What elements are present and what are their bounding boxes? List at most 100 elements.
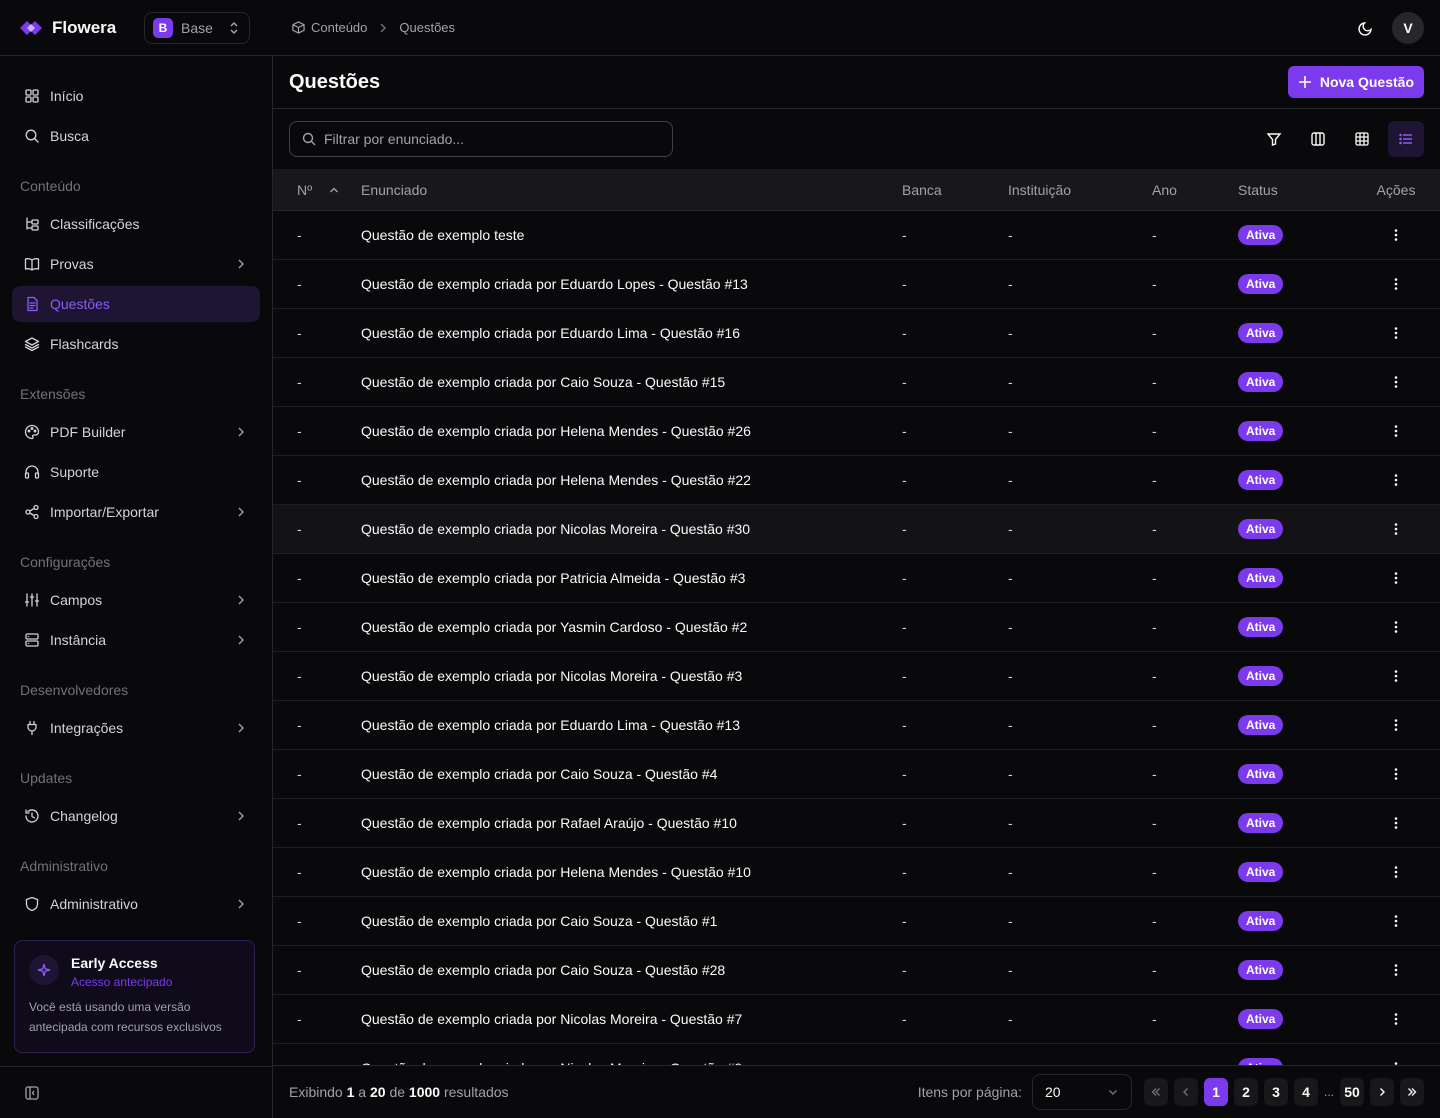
chevron-right-icon[interactable] — [234, 721, 248, 735]
chevron-right-icon[interactable] — [234, 425, 248, 439]
row-actions-button[interactable] — [1352, 521, 1440, 537]
row-actions-button[interactable] — [1352, 227, 1440, 243]
breadcrumb-item-conteudo[interactable]: Conteúdo — [292, 20, 367, 35]
page-number-1[interactable]: 1 — [1203, 1078, 1228, 1106]
cell-enunciado[interactable]: Questão de exemplo criada por Patricia A… — [361, 570, 902, 586]
last-page-number[interactable]: 50 — [1340, 1078, 1364, 1106]
cell-enunciado[interactable]: Questão de exemplo criada por Helena Men… — [361, 864, 902, 880]
sidebar-item-suporte[interactable]: Suporte — [12, 454, 260, 490]
table-row[interactable]: -Questão de exemplo criada por Nicolas M… — [273, 1044, 1440, 1066]
header-numero[interactable]: Nº — [273, 182, 361, 198]
sidebar-item-flashcards[interactable]: Flashcards — [12, 326, 260, 362]
chevron-right-icon[interactable] — [234, 809, 248, 823]
sidebar-item-importar-exportar[interactable]: Importar/Exportar — [12, 494, 260, 530]
table-row[interactable]: - Questão de exemplo criada por Helena Me… — [273, 456, 1440, 505]
grid-view-button[interactable] — [1344, 121, 1380, 157]
sidebar-item-campos[interactable]: Campos — [12, 582, 260, 618]
chevron-right-icon[interactable] — [234, 505, 248, 519]
new-question-button[interactable]: Nova Questão — [1287, 66, 1424, 98]
table-row[interactable]: - Questão de exemplo criada por Caio Souz… — [273, 750, 1440, 799]
first-page-button[interactable] — [1143, 1078, 1168, 1106]
table-row[interactable]: -Questão de exemplo criada por Nicolas M… — [273, 652, 1440, 701]
table-row[interactable]: - Questão de exemplo criada por Rafael Ar… — [273, 799, 1440, 848]
page-number-4[interactable]: 4 — [1293, 1078, 1318, 1106]
header-instituicao[interactable]: Instituição — [1008, 182, 1152, 198]
table-row[interactable]: - Questão de exemplo criada por Eduardo L… — [273, 309, 1440, 358]
row-actions-button[interactable] — [1352, 423, 1440, 439]
filter-button[interactable] — [1256, 121, 1292, 157]
table-row[interactable]: - Questão de exemplo criada por Eduardo L… — [273, 260, 1440, 309]
sidebar-collapse-icon[interactable] — [24, 1085, 40, 1101]
cell-enunciado[interactable]: Questão de exemplo criada por Yasmin Car… — [361, 619, 902, 635]
table-row[interactable]: - Questão de exemplo criada por Caio Souz… — [273, 358, 1440, 407]
per-page-select[interactable]: 20 — [1031, 1074, 1132, 1110]
sidebar-item-pdf-builder[interactable]: PDF Builder — [12, 414, 260, 450]
cell-enunciado[interactable]: Questão de exemplo teste — [361, 227, 902, 243]
breadcrumb-item-questoes[interactable]: Questões — [399, 20, 455, 35]
prev-page-button[interactable] — [1173, 1078, 1198, 1106]
search-box[interactable] — [289, 121, 673, 157]
columns-button[interactable] — [1300, 121, 1336, 157]
sort-asc-icon[interactable] — [328, 184, 340, 196]
sidebar-item-administrativo[interactable]: Administrativo — [12, 886, 260, 922]
brand[interactable]: Flowera — [0, 17, 144, 39]
cell-enunciado[interactable]: Questão de exemplo criada por Helena Men… — [361, 472, 902, 488]
row-actions-button[interactable] — [1352, 570, 1440, 586]
page-number-3[interactable]: 3 — [1263, 1078, 1288, 1106]
sidebar-item-instancia[interactable]: Instância — [12, 622, 260, 658]
sidebar-item-busca[interactable]: Busca — [12, 118, 260, 154]
search-input[interactable] — [324, 131, 644, 147]
cell-enunciado[interactable]: Questão de exemplo criada por Caio Souza… — [361, 962, 902, 978]
cell-enunciado[interactable]: Questão de exemplo criada por Rafael Ara… — [361, 815, 902, 831]
table-row[interactable]: - Questão de exemplo criada por Helena Me… — [273, 848, 1440, 897]
header-enunciado[interactable]: Enunciado — [361, 182, 902, 198]
row-actions-button[interactable] — [1352, 668, 1440, 684]
chevron-right-icon[interactable] — [234, 897, 248, 911]
row-actions-button[interactable] — [1352, 472, 1440, 488]
avatar[interactable]: V — [1392, 11, 1424, 44]
sidebar-item-integracoes[interactable]: Integrações — [12, 710, 260, 746]
base-switcher[interactable]: B Base — [144, 11, 250, 44]
cell-enunciado[interactable]: Questão de exemplo criada por Caio Souza… — [361, 374, 902, 390]
row-actions-button[interactable] — [1352, 325, 1440, 341]
row-actions-button[interactable] — [1352, 913, 1440, 929]
cell-enunciado[interactable]: Questão de exemplo criada por Caio Souza… — [361, 766, 902, 782]
next-page-button[interactable] — [1370, 1078, 1394, 1106]
cell-enunciado[interactable]: Questão de exemplo criada por Nicolas Mo… — [361, 668, 902, 684]
sidebar-item-provas[interactable]: Provas — [12, 246, 260, 282]
chevron-right-icon[interactable] — [234, 257, 248, 271]
sidebar-item-changelog[interactable]: Changelog — [12, 798, 260, 834]
header-ano[interactable]: Ano — [1152, 182, 1238, 198]
row-actions-button[interactable] — [1352, 619, 1440, 635]
table-row[interactable]: - Questão de exemplo criada por Caio Souz… — [273, 897, 1440, 946]
row-actions-button[interactable] — [1352, 374, 1440, 390]
table-row[interactable]: - Questão de exemplo criada por Yasmin Ca… — [273, 603, 1440, 652]
sidebar-item-inicio[interactable]: Início — [12, 78, 260, 114]
row-actions-button[interactable] — [1352, 864, 1440, 880]
list-view-button[interactable] — [1388, 121, 1424, 157]
header-status[interactable]: Status — [1238, 182, 1352, 198]
header-banca[interactable]: Banca — [902, 182, 1008, 198]
last-page-button[interactable] — [1400, 1078, 1424, 1106]
table-row[interactable]: - Questão de exemplo criada por Patricia … — [273, 554, 1440, 603]
cell-enunciado[interactable]: Questão de exemplo criada por Nicolas Mo… — [361, 1011, 902, 1027]
cell-enunciado[interactable]: Questão de exemplo criada por Eduardo Lo… — [361, 276, 902, 292]
cell-enunciado[interactable]: Questão de exemplo criada por Helena Men… — [361, 423, 902, 439]
row-actions-button[interactable] — [1352, 276, 1440, 292]
table-row[interactable]: -Questão de exemplo criada por Nicolas M… — [273, 505, 1440, 554]
sidebar-item-classificacoes[interactable]: Classificações — [12, 206, 260, 242]
row-actions-button[interactable] — [1352, 815, 1440, 831]
table-row[interactable]: - Questão de exemplo criada por Helena Me… — [273, 407, 1440, 456]
page-number-2[interactable]: 2 — [1233, 1078, 1258, 1106]
cell-enunciado[interactable]: Questão de exemplo criada por Eduardo Li… — [361, 325, 902, 341]
table-row[interactable]: -Questão de exemplo criada por Nicolas M… — [273, 995, 1440, 1044]
cell-enunciado[interactable]: Questão de exemplo criada por Caio Souza… — [361, 913, 902, 929]
chevron-right-icon[interactable] — [234, 633, 248, 647]
cell-enunciado[interactable]: Questão de exemplo criada por Nicolas Mo… — [361, 521, 902, 537]
row-actions-button[interactable] — [1352, 717, 1440, 733]
cell-enunciado[interactable]: Questão de exemplo criada por Eduardo Li… — [361, 717, 902, 733]
chevron-right-icon[interactable] — [234, 593, 248, 607]
table-row[interactable]: - Questão de exemplo teste - - - Ativa — [273, 211, 1440, 260]
moon-icon[interactable] — [1358, 20, 1374, 36]
table-row[interactable]: - Questão de exemplo criada por Caio Souz… — [273, 946, 1440, 995]
